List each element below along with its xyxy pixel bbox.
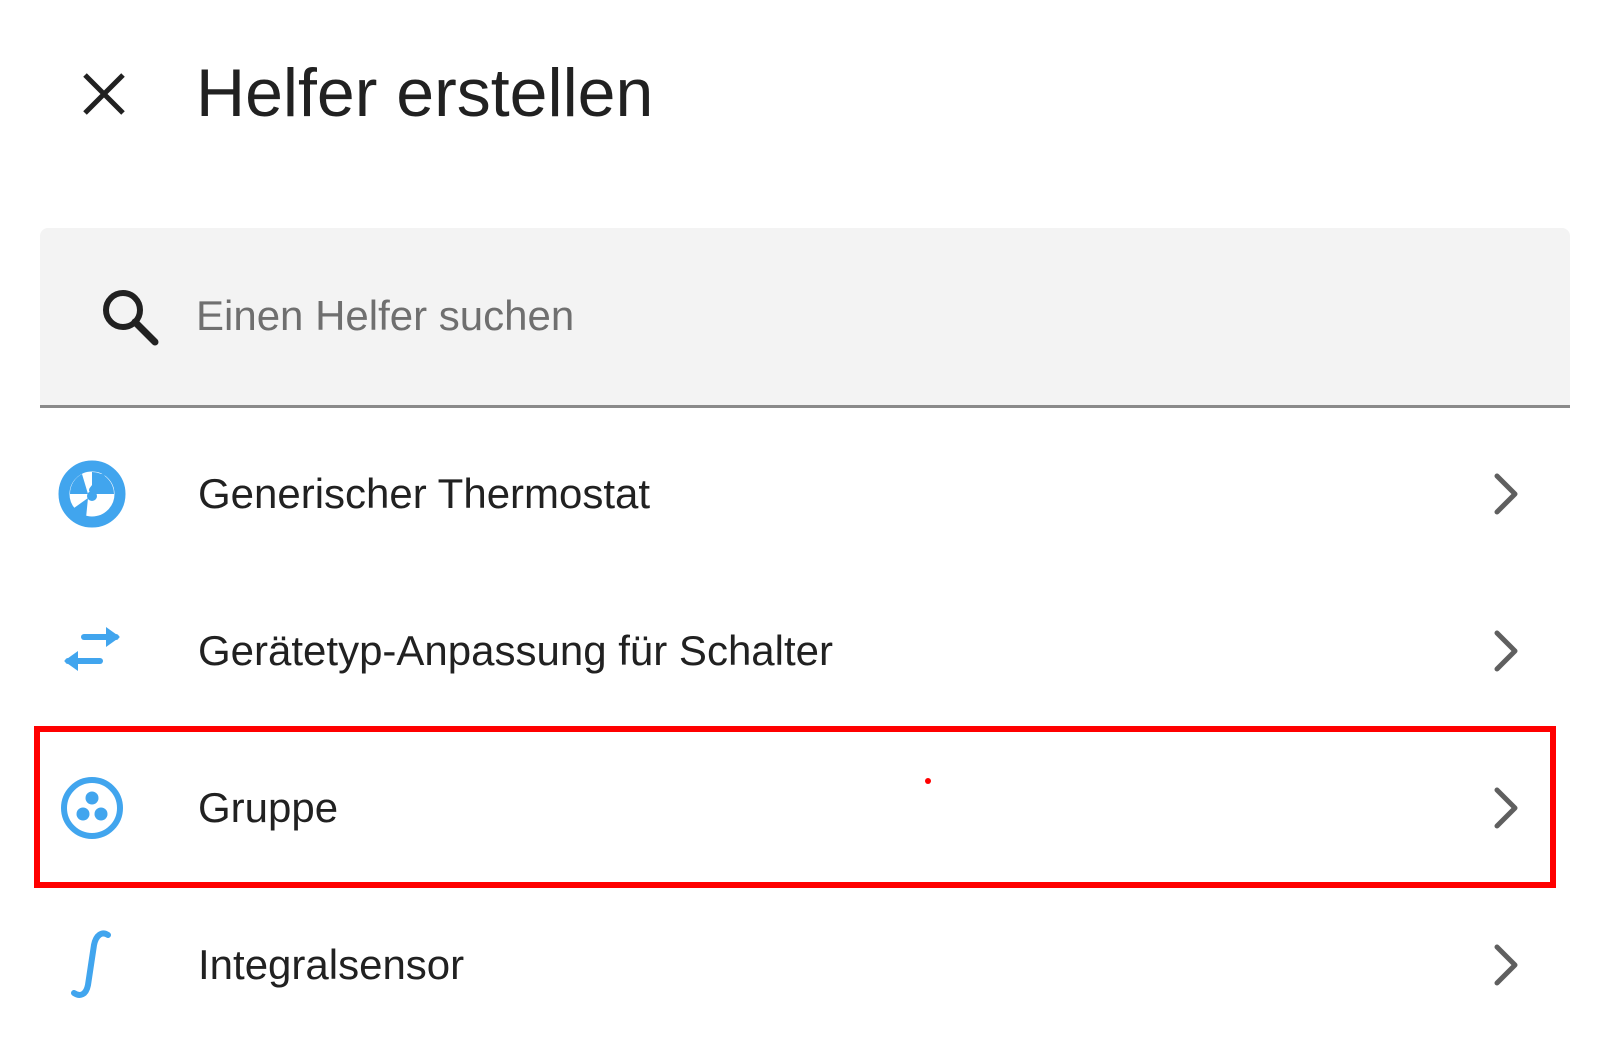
list-item-group[interactable]: Gruppe [0, 726, 1600, 883]
chevron-right-icon [1494, 630, 1518, 672]
group-icon [54, 770, 130, 846]
search-input[interactable] [196, 276, 1516, 356]
list-item-switch-as-x[interactable]: Gerätetyp-Anpassung für Schalter [0, 569, 1600, 726]
list-item-thermostat[interactable]: Generischer Thermostat [0, 412, 1600, 569]
search-icon [103, 290, 159, 346]
list-item-label: Gruppe [198, 784, 339, 831]
helper-list: Generischer Thermostat Gerätetyp-Anpassu… [0, 412, 1600, 1040]
close-button[interactable] [68, 58, 140, 130]
chevron-right-icon [1494, 787, 1518, 829]
chevron-right-icon [1494, 944, 1518, 986]
dialog-header: Helfer erstellen [0, 0, 1600, 190]
integral-icon [54, 927, 130, 1003]
close-icon [83, 73, 125, 115]
list-item-label: Gerätetyp-Anpassung für Schalter [198, 627, 834, 674]
thermostat-icon [54, 456, 130, 532]
chevron-right-icon [1494, 473, 1518, 515]
list-item-label: Integralsensor [198, 941, 465, 988]
page-title: Helfer erstellen [196, 55, 654, 131]
list-item-label: Generischer Thermostat [198, 470, 651, 517]
search-field[interactable] [40, 228, 1570, 408]
switch-as-x-icon [54, 613, 130, 689]
list-item-integral-sensor[interactable]: Integralsensor [0, 883, 1600, 1040]
